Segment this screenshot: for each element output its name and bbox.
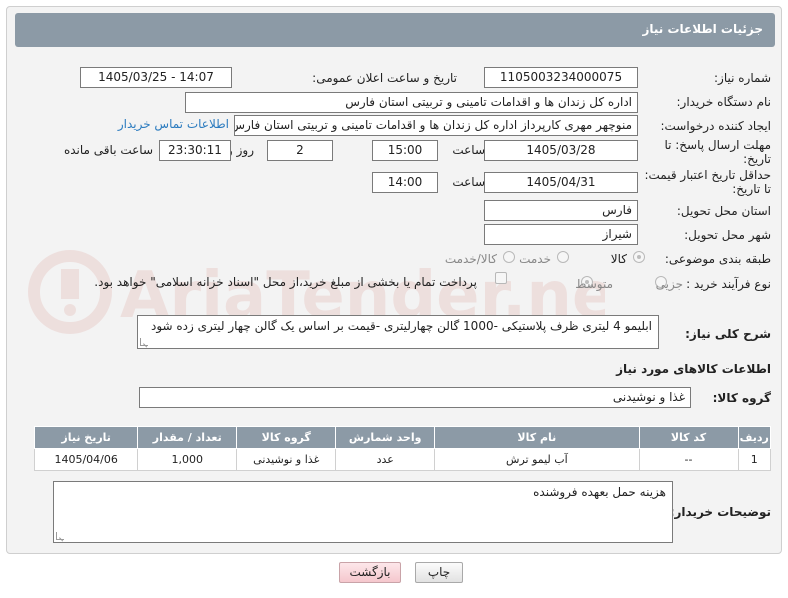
buyer-org-field[interactable]: اداره کل زندان ها و اقدامات تامینی و ترب…	[185, 92, 638, 113]
buyer-notes-label: توضیحات خریدار:	[669, 505, 771, 519]
category-radio-goods[interactable]	[633, 251, 645, 263]
need-number-label: شماره نیاز:	[714, 71, 771, 85]
deadline-date-field[interactable]: 1405/03/28	[484, 140, 638, 161]
requester-field[interactable]: منوچهر مهری کارپرداز اداره کل زندان ها و…	[234, 115, 638, 136]
general-desc-label: شرح کلی نیاز:	[685, 327, 771, 341]
col-header-need-date: تاریخ نیاز	[33, 426, 139, 449]
deadline-label: مهلت ارسال پاسخ: تا تاریخ:	[664, 138, 771, 166]
price-validity-date-field[interactable]: 1405/04/31	[484, 172, 638, 193]
cell-quantity: 1,000	[137, 448, 238, 471]
need-details-panel: جزئیات اطلاعات نیاز AriaTender.net شماره…	[6, 6, 782, 554]
deadline-time-field[interactable]: 15:00	[372, 140, 438, 161]
process-type-label: نوع فرآیند خرید :	[686, 277, 771, 291]
cell-need-date: 1405/04/06	[33, 448, 139, 471]
remaining-label: ساعت باقی مانده	[63, 143, 153, 157]
delivery-province-label: استان محل تحویل:	[676, 204, 771, 218]
deadline-hour-label: ساعت	[452, 143, 485, 157]
goods-table: ردیف کد کالا نام کالا واحد شمارش گروه کا…	[33, 426, 771, 471]
panel-header: جزئیات اطلاعات نیاز	[15, 13, 775, 47]
delivery-city-field[interactable]: شیراز	[484, 224, 638, 245]
general-desc-textarea[interactable]: ابلیمو 4 لیتری ظرف پلاستیکی -1000 گالن چ…	[137, 315, 659, 349]
col-header-goods-group: گروه کالا	[236, 426, 337, 449]
buyer-notes-text: هزینه حمل بعهده فروشنده	[533, 485, 666, 499]
process-option-medium: متوسط	[575, 277, 613, 291]
table-header-row: ردیف کد کالا نام کالا واحد شمارش گروه کا…	[33, 426, 771, 449]
cell-goods-code: --	[638, 448, 739, 471]
treasury-bonds-note: پرداخت تمام یا بخشی از مبلغ خرید،از محل …	[94, 275, 477, 289]
treasury-bonds-checkbox[interactable]	[495, 272, 507, 284]
buyer-notes-textarea[interactable]: هزینه حمل بعهده فروشنده	[53, 481, 673, 543]
col-header-unit: واحد شمارش	[335, 426, 436, 449]
price-validity-hour-label: ساعت	[452, 175, 485, 189]
resize-grip-icon[interactable]	[56, 532, 64, 540]
category-option-service: خدمت	[519, 252, 551, 266]
category-label: طبقه بندی موضوعی:	[664, 252, 771, 266]
need-number-field[interactable]: 1105003234000075	[484, 67, 638, 88]
buyer-org-label: نام دستگاه خریدار:	[676, 95, 772, 109]
delivery-province-field[interactable]: فارس	[484, 200, 638, 221]
category-radio-goods-service[interactable]	[503, 251, 515, 263]
general-desc-text: ابلیمو 4 لیتری ظرف پلاستیکی -1000 گالن چ…	[150, 319, 652, 333]
day-and-label: روز و	[227, 143, 254, 157]
cell-unit: عدد	[335, 448, 436, 471]
category-radio-service[interactable]	[557, 251, 569, 263]
price-validity-label: حداقل تاریخ اعتبار قیمت: تا تاریخ:	[644, 168, 771, 196]
goods-info-heading: اطلاعات کالاهای مورد نیاز	[616, 362, 771, 376]
remaining-time-field[interactable]: 23:30:11	[159, 140, 231, 161]
goods-group-label: گروه کالا:	[712, 391, 771, 405]
back-button[interactable]: بازگشت	[339, 562, 401, 583]
cell-row-number: 1	[737, 448, 771, 471]
days-field[interactable]: 2	[267, 140, 333, 161]
col-header-row-number: ردیف	[737, 426, 771, 449]
col-header-quantity: تعداد / مقدار	[137, 426, 238, 449]
cell-goods-group: غذا و نوشیدنی	[236, 448, 337, 471]
buyer-contact-link[interactable]: اطلاعات تماس خریدار	[118, 117, 229, 131]
cell-goods-name: آب لیمو ترش	[434, 448, 640, 471]
announce-datetime-label: تاریخ و ساعت اعلان عمومی:	[312, 71, 457, 85]
announce-datetime-field[interactable]: 1405/03/25 - 14:07	[80, 67, 232, 88]
table-row[interactable]: 1 -- آب لیمو ترش عدد غذا و نوشیدنی 1,000…	[33, 448, 771, 471]
process-option-minor: جزیی	[655, 277, 683, 291]
resize-grip-icon[interactable]	[140, 338, 148, 346]
delivery-city-label: شهر محل تحویل:	[684, 228, 771, 242]
category-option-goods-service: کالا/خدمت	[444, 252, 497, 266]
category-option-goods: کالا	[610, 252, 627, 266]
page-title: جزئیات اطلاعات نیاز	[642, 22, 763, 36]
print-button[interactable]: چاپ	[415, 562, 463, 583]
goods-group-field[interactable]: غذا و نوشیدنی	[139, 387, 691, 408]
requester-label: ایجاد کننده درخواست:	[660, 119, 771, 133]
col-header-goods-name: نام کالا	[434, 426, 640, 449]
col-header-goods-code: کد کالا	[638, 426, 739, 449]
price-validity-time-field[interactable]: 14:00	[372, 172, 438, 193]
